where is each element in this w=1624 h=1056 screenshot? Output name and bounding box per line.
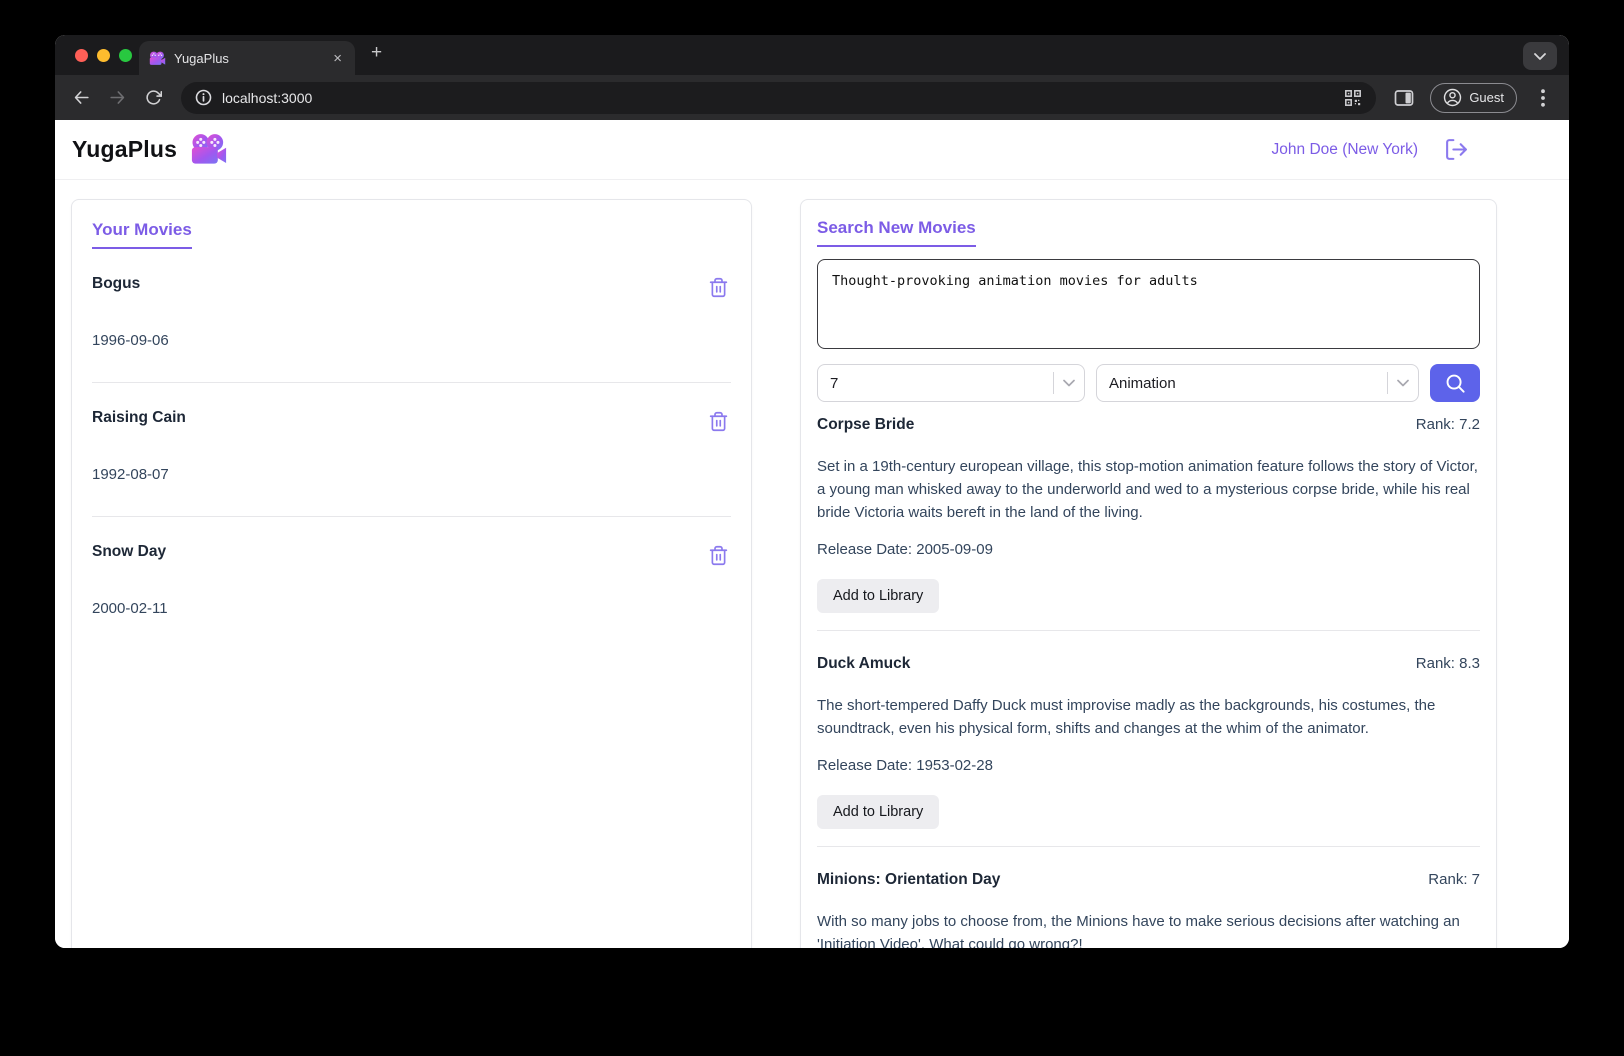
browser-window: YugaPlus × + (55, 35, 1569, 948)
arrow-right-icon (108, 88, 127, 107)
library-movie-item: Snow Day 2000-02-11 (92, 517, 731, 617)
chevron-down-icon (1534, 53, 1546, 60)
profile-button[interactable]: Guest (1430, 83, 1517, 113)
search-result: Corpse Bride Rank: 7.2 Set in a 19th-cen… (817, 402, 1480, 630)
back-button[interactable] (67, 84, 95, 112)
zoom-window-button[interactable] (119, 49, 132, 62)
add-to-library-button[interactable]: Add to Library (817, 579, 939, 613)
traffic-lights (75, 49, 132, 62)
side-panel-button[interactable] (1390, 84, 1418, 112)
movie-release-date: 1992-08-07 (92, 466, 731, 483)
tab-close-icon[interactable]: × (330, 50, 345, 67)
forward-button[interactable] (103, 84, 131, 112)
magnifier-icon (1444, 372, 1467, 395)
reload-button[interactable] (139, 84, 167, 112)
result-release-date: Release Date: 1953-02-28 (817, 757, 1480, 774)
library-movie-item: Bogus 1996-09-06 (92, 249, 731, 383)
movie-camera-logo-icon (190, 133, 228, 166)
tab-strip: YugaPlus × + (55, 35, 1569, 75)
browser-menu-button[interactable] (1529, 84, 1557, 112)
delete-movie-button[interactable] (706, 543, 731, 568)
tab-search-button[interactable] (1523, 42, 1557, 70)
info-circle-icon (195, 89, 212, 106)
new-tab-button[interactable]: + (371, 42, 382, 68)
tab-title: YugaPlus (174, 51, 322, 66)
movie-release-date: 2000-02-11 (92, 600, 731, 617)
url-text: localhost:3000 (222, 90, 1334, 106)
arrow-left-icon (72, 88, 91, 107)
logout-icon[interactable] (1444, 137, 1469, 162)
result-release-date: Release Date: 2005-09-09 (817, 541, 1480, 558)
result-title: Duck Amuck (817, 655, 910, 673)
search-result: Minions: Orientation Day Rank: 7 With so… (817, 847, 1480, 948)
result-title: Corpse Bride (817, 416, 914, 434)
rank-select-value: 7 (818, 375, 1053, 392)
browser-tab[interactable]: YugaPlus × (139, 41, 355, 75)
user-name: John Doe (New York) (1272, 141, 1418, 159)
category-select[interactable]: Animation (1096, 364, 1419, 402)
circular-arrow-icon (145, 89, 162, 106)
delete-movie-button[interactable] (706, 275, 731, 300)
movie-camera-favicon-icon (149, 51, 166, 66)
add-to-library-button[interactable]: Add to Library (817, 795, 939, 829)
search-title: Search New Movies (817, 218, 976, 247)
address-bar[interactable]: localhost:3000 (181, 82, 1376, 114)
movie-title: Raising Cain (92, 409, 186, 427)
movie-title: Snow Day (92, 543, 166, 561)
category-select-value: Animation (1097, 375, 1387, 392)
your-movies-title: Your Movies (92, 220, 192, 249)
person-circle-icon (1443, 88, 1462, 107)
chevron-down-icon (1388, 379, 1418, 387)
delete-movie-button[interactable] (706, 409, 731, 434)
browser-toolbar: localhost:3000 Gue (55, 75, 1569, 120)
search-panel: Search New Movies Thought-provoking anim… (800, 199, 1497, 948)
your-movies-panel: Your Movies Bogus (71, 199, 752, 948)
result-rank: Rank: 7.2 (1416, 416, 1480, 433)
rank-select[interactable]: 7 (817, 364, 1085, 402)
library-movie-item: Raising Cain 1992-08-07 (92, 383, 731, 517)
minimize-window-button[interactable] (97, 49, 110, 62)
close-window-button[interactable] (75, 49, 88, 62)
search-controls: 7 Animation (817, 364, 1480, 402)
movie-release-date: 1996-09-06 (92, 332, 731, 349)
side-panel-icon (1394, 89, 1414, 107)
trash-icon (708, 545, 729, 566)
result-rank: Rank: 8.3 (1416, 655, 1480, 672)
brand-title: YugaPlus (72, 136, 177, 163)
search-button[interactable] (1430, 364, 1480, 402)
search-query-input[interactable]: Thought-provoking animation movies for a… (817, 259, 1480, 349)
vertical-dots-icon (1541, 89, 1545, 107)
profile-label: Guest (1469, 90, 1504, 105)
main-content: Your Movies Bogus (55, 180, 1569, 948)
result-title: Minions: Orientation Day (817, 871, 1000, 889)
trash-icon (708, 411, 729, 432)
result-description: The short-tempered Daffy Duck must impro… (817, 694, 1480, 740)
app-header: YugaPlus John Doe (New York) (55, 120, 1569, 180)
movie-title: Bogus (92, 275, 140, 293)
result-description: With so many jobs to choose from, the Mi… (817, 910, 1480, 948)
qr-code-icon[interactable] (1344, 89, 1362, 107)
search-result: Duck Amuck Rank: 8.3 The short-tempered … (817, 631, 1480, 846)
result-rank: Rank: 7 (1428, 871, 1480, 888)
trash-icon (708, 277, 729, 298)
app-page: YugaPlus John Doe (New York) (55, 120, 1569, 948)
chevron-down-icon (1054, 379, 1084, 387)
result-description: Set in a 19th-century european village, … (817, 455, 1480, 524)
